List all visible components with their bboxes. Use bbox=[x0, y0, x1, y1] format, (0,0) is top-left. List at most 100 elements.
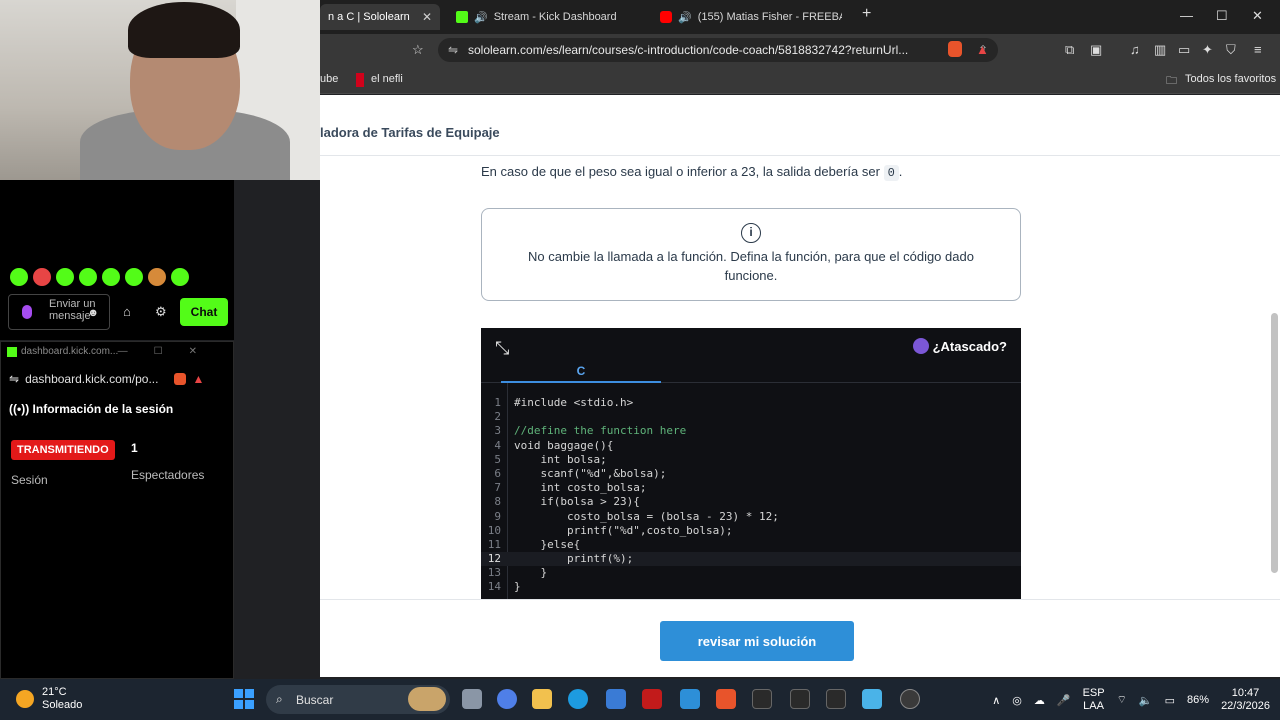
language-indicator[interactable]: ESP LAA bbox=[1083, 687, 1105, 713]
vscode-icon[interactable] bbox=[680, 689, 700, 709]
weather-widget[interactable]: 21°C Soleado bbox=[16, 686, 82, 712]
code-line[interactable]: 7 int costo_bolsa; bbox=[481, 481, 1021, 495]
dashboard-url: dashboard.kick.com/po... bbox=[25, 372, 159, 386]
vpn-icon[interactable]: ⛉ bbox=[1226, 42, 1236, 58]
code-line[interactable]: 5 int bolsa; bbox=[481, 453, 1021, 467]
tab-sololearn[interactable]: n a C | Sololearn: Lea ✕ bbox=[320, 4, 440, 30]
tab-youtube[interactable]: 🔊 (155) Matias Fisher - FREEBARS # bbox=[652, 4, 842, 30]
tray-chevron-icon[interactable]: ∧ bbox=[992, 694, 1000, 707]
code-editor[interactable]: ⤡ ¿Atascado? C 1 #include <stdio.h> 2 3 //de… bbox=[481, 328, 1021, 600]
task-view-icon[interactable] bbox=[462, 689, 482, 709]
tab-kick-dashboard[interactable]: 🔊 Stream - Kick Dashboard bbox=[448, 4, 648, 30]
emote-icon[interactable] bbox=[102, 268, 120, 286]
edge-icon[interactable] bbox=[568, 689, 588, 709]
wifi-icon[interactable]: ⌔ bbox=[1117, 693, 1127, 707]
menu-icon[interactable]: ≡ bbox=[1254, 42, 1262, 57]
obs-icon[interactable] bbox=[900, 689, 920, 709]
emote-icon[interactable] bbox=[171, 268, 189, 286]
new-tab-icon[interactable]: + bbox=[862, 5, 871, 23]
code-line[interactable]: 11 }else{ bbox=[481, 538, 1021, 552]
tab-language-c[interactable]: C bbox=[501, 364, 661, 383]
emote-icon[interactable] bbox=[33, 268, 51, 286]
chat-message-input[interactable]: Enviar un mensaje ☻ bbox=[8, 294, 110, 330]
search-placeholder: Buscar bbox=[296, 692, 334, 707]
store-app-icon[interactable] bbox=[606, 689, 626, 709]
active-app-icon[interactable] bbox=[862, 689, 882, 709]
tray-app-icon[interactable]: ◎ bbox=[1012, 694, 1022, 707]
line-number: 13 bbox=[487, 566, 501, 580]
extensions-icon[interactable]: ⧉ bbox=[1065, 42, 1074, 58]
page-scrollbar[interactable] bbox=[1271, 313, 1278, 573]
editor-toolbar: ⤡ ¿Atascado? C bbox=[481, 328, 1021, 383]
app-icon[interactable] bbox=[752, 689, 772, 709]
all-favorites[interactable]: Todos los favoritos bbox=[1185, 73, 1276, 85]
line-number: 11 bbox=[487, 537, 501, 551]
microphone-tray-icon[interactable]: 🎤 bbox=[1057, 694, 1071, 707]
volume-icon[interactable]: 🔈 bbox=[1139, 694, 1153, 707]
bookmark-icon[interactable]: ☆ bbox=[412, 42, 424, 58]
line-number: 10 bbox=[487, 523, 501, 537]
emote-icon[interactable] bbox=[148, 268, 166, 286]
dashboard-window-controls[interactable]: —☐✕ bbox=[118, 346, 223, 357]
screenshot-icon[interactable]: ▣ bbox=[1090, 42, 1102, 58]
url-field[interactable]: ⇋ sololearn.com/es/learn/courses/c-intro… bbox=[438, 38, 998, 62]
emote-icon[interactable] bbox=[79, 268, 97, 286]
file-explorer-icon[interactable] bbox=[532, 689, 552, 709]
wallet-icon[interactable]: ▭ bbox=[1178, 42, 1190, 58]
code-line[interactable]: 14} bbox=[481, 580, 1021, 594]
battery-icon[interactable]: ▭ bbox=[1165, 694, 1175, 707]
code-line[interactable]: 6 scanf("%d",&bolsa); bbox=[481, 467, 1021, 481]
network-app-icon[interactable] bbox=[790, 689, 810, 709]
site-info-icon[interactable]: ⇋ bbox=[9, 372, 19, 386]
emote-icon[interactable] bbox=[10, 268, 28, 286]
emote-icon[interactable] bbox=[56, 268, 74, 286]
code-line[interactable]: 12 printf(%); bbox=[481, 552, 1021, 567]
code-text: //define the function here bbox=[514, 424, 687, 438]
leo-ai-icon[interactable]: ✦ bbox=[1202, 42, 1213, 58]
store-icon[interactable]: ⌂ bbox=[123, 304, 131, 319]
code-lines[interactable]: 1 #include <stdio.h> 2 3 //define the functi… bbox=[481, 396, 1021, 595]
info-note: i No cambie la llamada a la función. Def… bbox=[481, 208, 1021, 301]
code-line[interactable]: 2 bbox=[481, 410, 1021, 424]
copilot-icon[interactable] bbox=[497, 689, 517, 709]
bookmark-youtube[interactable]: ube bbox=[320, 73, 338, 85]
site-info-icon[interactable]: ⇋ bbox=[448, 43, 458, 57]
minimize-icon[interactable]: — bbox=[1180, 8, 1193, 23]
brave-rewards-icon[interactable]: ▲ bbox=[976, 42, 989, 57]
emoji-icon[interactable]: ☻ bbox=[87, 307, 99, 319]
dashboard-url-bar[interactable]: ⇋ dashboard.kick.com/po... ▲ bbox=[5, 368, 231, 390]
code-line[interactable]: 8 if(bolsa > 23){ bbox=[481, 495, 1021, 509]
code-line[interactable]: 9 costo_bolsa = (bolsa - 23) * 12; bbox=[481, 510, 1021, 524]
mcafee-icon[interactable] bbox=[642, 689, 662, 709]
brave-app-icon[interactable] bbox=[716, 689, 736, 709]
brave-rewards-icon[interactable]: ▲ bbox=[192, 372, 204, 386]
clock[interactable]: 10:47 22/3/2026 bbox=[1221, 687, 1270, 713]
code-line[interactable]: 13 } bbox=[481, 566, 1021, 580]
search-highlight-icon[interactable] bbox=[408, 687, 446, 711]
sidebar-icon[interactable]: ▥ bbox=[1154, 42, 1166, 58]
check-solution-button[interactable]: revisar mi solución bbox=[660, 621, 854, 661]
bookmark-netflix[interactable]: el nefli bbox=[371, 73, 403, 85]
brave-shield-icon[interactable] bbox=[174, 373, 187, 385]
microphone-icon[interactable] bbox=[22, 305, 32, 319]
code-line[interactable]: 1 #include <stdio.h> bbox=[481, 396, 1021, 410]
app-icon[interactable] bbox=[826, 689, 846, 709]
speaker-icon: 🔊 bbox=[474, 11, 488, 24]
close-window-icon[interactable]: ✕ bbox=[1252, 8, 1263, 24]
chat-button[interactable]: Chat bbox=[180, 298, 228, 326]
code-line[interactable]: 4 void baggage(){ bbox=[481, 439, 1021, 453]
brave-shield-icon[interactable] bbox=[948, 41, 962, 57]
code-line[interactable]: 10 printf("%d",costo_bolsa); bbox=[481, 524, 1021, 538]
media-icon[interactable]: ♫ bbox=[1130, 42, 1140, 57]
code-text: printf("%d",costo_bolsa); bbox=[514, 523, 733, 537]
close-tab-icon[interactable]: ✕ bbox=[422, 10, 432, 24]
code-line[interactable]: 3 //define the function here bbox=[481, 424, 1021, 438]
start-button[interactable] bbox=[234, 689, 254, 709]
expand-icon[interactable]: ⤡ bbox=[495, 338, 509, 359]
stuck-button[interactable]: ¿Atascado? bbox=[912, 338, 1007, 354]
maximize-icon[interactable]: ☐ bbox=[1216, 8, 1228, 24]
tray-app-icon[interactable]: ☁ bbox=[1034, 694, 1045, 707]
stuck-label: ¿Atascado? bbox=[932, 338, 1007, 354]
emote-icon[interactable] bbox=[125, 268, 143, 286]
gear-icon[interactable]: ⚙ bbox=[155, 304, 167, 320]
